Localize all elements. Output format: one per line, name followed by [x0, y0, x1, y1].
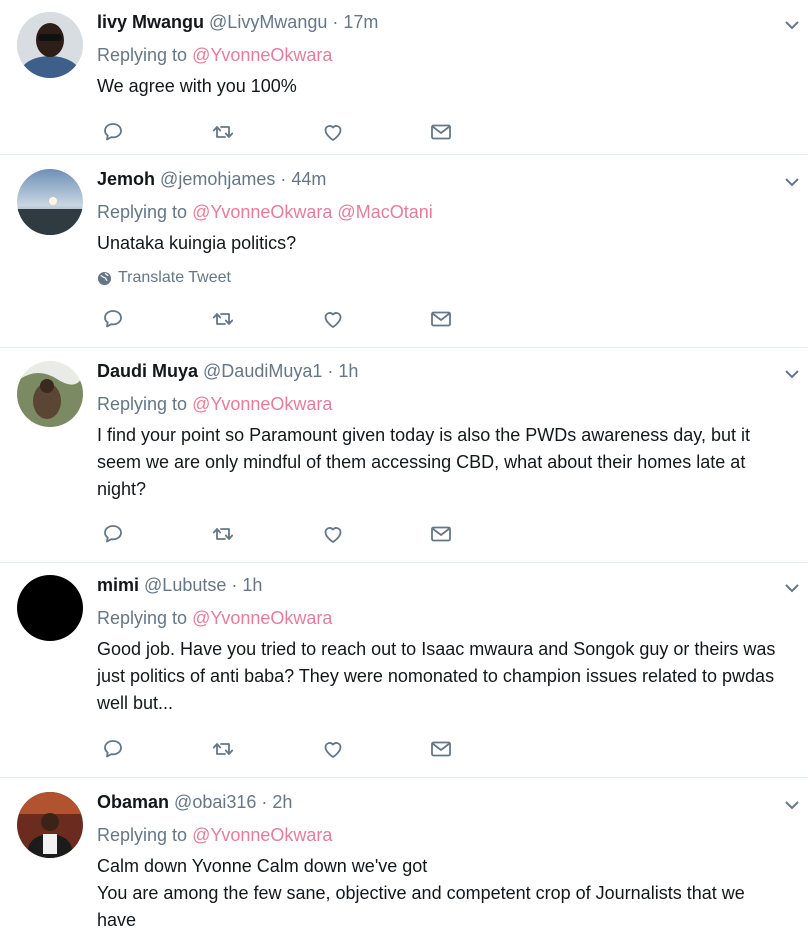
retweet-icon[interactable]: [211, 307, 235, 331]
user-handle[interactable]: @DaudiMuya1: [203, 361, 322, 381]
replying-to-label: Replying to: [97, 202, 188, 222]
reply-icon[interactable]: [101, 737, 125, 761]
like-icon[interactable]: [321, 307, 345, 331]
tweet-header: Obaman @obai316 · 2h: [97, 790, 292, 814]
tweet[interactable]: Daudi Muya @DaudiMuya1 · 1h Replying to …: [0, 348, 808, 563]
replying-to-label: Replying to: [97, 825, 188, 845]
chevron-down-icon[interactable]: [784, 366, 800, 382]
timestamp[interactable]: 2h: [272, 792, 292, 812]
like-icon[interactable]: [321, 737, 345, 761]
tweet-text: I find your point so Paramount given tod…: [97, 425, 751, 499]
replying-to: Replying to @YvonneOkwara: [97, 392, 332, 416]
tweet-actions: [97, 737, 457, 761]
tweet-text: Unataka kuingia politics?: [97, 233, 297, 253]
replying-to-label: Replying to: [97, 608, 188, 628]
retweet-icon[interactable]: [211, 522, 235, 546]
translate-label: Translate Tweet: [118, 269, 231, 286]
separator-dot: ·: [280, 169, 287, 189]
direct-message-icon[interactable]: [429, 307, 453, 331]
reply-icon[interactable]: [101, 120, 125, 144]
user-name[interactable]: Daudi Muya: [97, 361, 198, 381]
timestamp[interactable]: 1h: [242, 575, 262, 595]
reply-icon[interactable]: [101, 307, 125, 331]
tweet-text: Calm down Yvonne Calm down we've got You…: [97, 856, 745, 930]
chevron-down-icon[interactable]: [784, 17, 800, 33]
tweet-actions: [97, 522, 457, 546]
tweet-actions: [97, 307, 457, 331]
tweet[interactable]: livy Mwangu @LivyMwangu · 17m Replying t…: [0, 0, 808, 155]
mention-link[interactable]: @YvonneOkwara: [192, 45, 332, 65]
timestamp[interactable]: 1h: [338, 361, 358, 381]
user-handle[interactable]: @Lubutse: [144, 575, 226, 595]
replying-to-label: Replying to: [97, 45, 188, 65]
mention-link[interactable]: @YvonneOkwara: [192, 825, 332, 845]
user-name[interactable]: Jemoh: [97, 169, 155, 189]
tweet-header: Daudi Muya @DaudiMuya1 · 1h: [97, 359, 358, 383]
tweet-text: We agree with you 100%: [97, 76, 297, 96]
avatar[interactable]: [17, 361, 83, 427]
chevron-down-icon[interactable]: [784, 797, 800, 813]
avatar[interactable]: [17, 792, 83, 858]
separator-dot: ·: [261, 792, 268, 812]
direct-message-icon[interactable]: [429, 522, 453, 546]
user-name[interactable]: Obaman: [97, 792, 169, 812]
separator-dot: ·: [327, 361, 334, 381]
tweet[interactable]: mimi @Lubutse · 1h Replying to @YvonneOk…: [0, 563, 808, 778]
user-handle[interactable]: @LivyMwangu: [209, 12, 327, 32]
mention-link[interactable]: @YvonneOkwara @MacOtani: [192, 202, 433, 222]
separator-dot: ·: [231, 575, 238, 595]
chevron-down-icon[interactable]: [784, 174, 800, 190]
tweet-header: mimi @Lubutse · 1h: [97, 573, 262, 597]
direct-message-icon[interactable]: [429, 120, 453, 144]
retweet-icon[interactable]: [211, 120, 235, 144]
avatar[interactable]: [17, 575, 83, 641]
avatar[interactable]: [17, 12, 83, 78]
retweet-icon[interactable]: [211, 737, 235, 761]
tweet-text: Good job. Have you tried to reach out to…: [97, 639, 776, 713]
replying-to: Replying to @YvonneOkwara: [97, 43, 332, 67]
timestamp[interactable]: 44m: [291, 169, 326, 189]
user-handle[interactable]: @jemohjames: [160, 169, 275, 189]
chevron-down-icon[interactable]: [784, 580, 800, 596]
tweet-header: livy Mwangu @LivyMwangu · 17m: [97, 10, 378, 34]
reply-icon[interactable]: [101, 522, 125, 546]
tweet-header: Jemoh @jemohjames · 44m: [97, 167, 326, 191]
timestamp[interactable]: 17m: [343, 12, 378, 32]
user-name[interactable]: mimi: [97, 575, 139, 595]
separator-dot: ·: [332, 12, 339, 32]
like-icon[interactable]: [321, 522, 345, 546]
tweet[interactable]: Jemoh @jemohjames · 44m Replying to @Yvo…: [0, 155, 808, 348]
mention-link[interactable]: @YvonneOkwara: [192, 608, 332, 628]
tweet-actions: [97, 120, 457, 144]
user-name[interactable]: livy Mwangu: [97, 12, 204, 32]
like-icon[interactable]: [321, 120, 345, 144]
avatar[interactable]: [17, 169, 83, 235]
replying-to: Replying to @YvonneOkwara: [97, 606, 332, 630]
direct-message-icon[interactable]: [429, 737, 453, 761]
replying-to: Replying to @YvonneOkwara: [97, 823, 332, 847]
tweet[interactable]: Obaman @obai316 · 2h Replying to @Yvonne…: [0, 778, 808, 935]
user-handle[interactable]: @obai316: [174, 792, 256, 812]
replying-to-label: Replying to: [97, 394, 188, 414]
replying-to: Replying to @YvonneOkwara @MacOtani: [97, 200, 433, 224]
translate-tweet-link[interactable]: Translate Tweet: [97, 268, 231, 288]
globe-icon: [97, 271, 112, 286]
mention-link[interactable]: @YvonneOkwara: [192, 394, 332, 414]
